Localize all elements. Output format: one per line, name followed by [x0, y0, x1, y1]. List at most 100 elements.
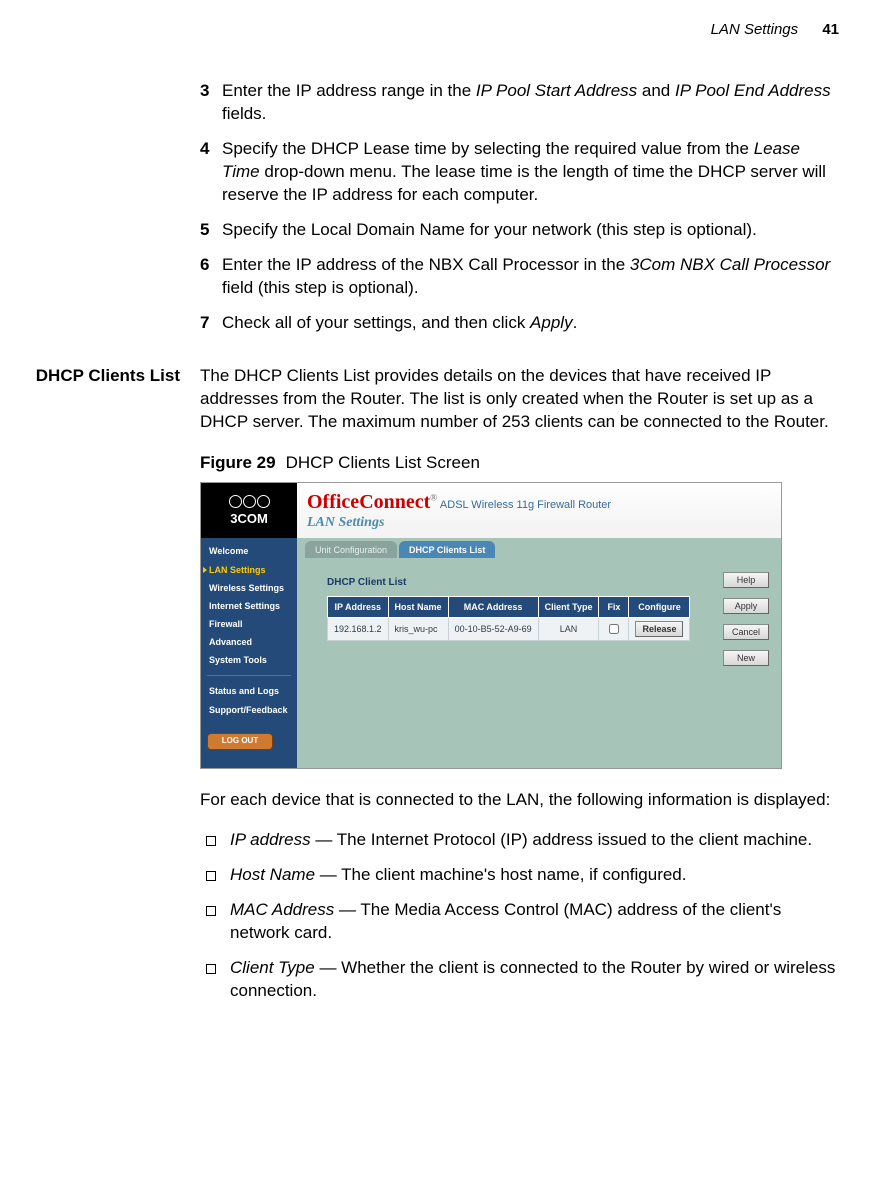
nav-advanced[interactable]: Advanced [201, 633, 297, 651]
text: Enter the IP address of the NBX Call Pro… [222, 255, 630, 274]
list-item: Client Type — Whether the client is conn… [200, 957, 839, 1003]
desc: — The Internet Protocol (IP) address iss… [311, 830, 812, 849]
figure-caption: Figure 29 DHCP Clients List Screen [200, 452, 839, 475]
new-button[interactable]: New [723, 650, 769, 666]
bullet-body: Client Type — Whether the client is conn… [230, 957, 839, 1003]
term-ip-address: IP address [230, 830, 311, 849]
page-header: LAN Settings 41 [0, 0, 879, 40]
cell-fix [599, 618, 629, 641]
text: . [573, 313, 578, 332]
section-body: The DHCP Clients List provides details o… [200, 365, 839, 1020]
router-sidebar: Welcome LAN Settings Wireless Settings I… [201, 538, 297, 768]
logout-button[interactable]: LOG OUT [207, 733, 273, 750]
text: field (this step is optional). [222, 278, 419, 297]
release-button[interactable]: Release [635, 621, 683, 637]
col-mac: MAC Address [448, 596, 538, 617]
bullet-icon [206, 836, 216, 846]
page-number: 41 [822, 21, 839, 38]
logo-text: 3COM [230, 510, 268, 528]
dhcp-clients-section: DHCP Clients List The DHCP Clients List … [0, 365, 839, 1020]
header-section: LAN Settings [711, 21, 799, 38]
bullet-icon [206, 906, 216, 916]
logo-rings-icon [229, 495, 270, 508]
step-number: 5 [200, 219, 222, 242]
table-row: 192.168.1.2 kris_wu-pc 00-10-B5-52-A9-69… [328, 618, 690, 641]
list-item: MAC Address — The Media Access Control (… [200, 899, 839, 945]
nav-firewall[interactable]: Firewall [201, 615, 297, 633]
text: and [637, 81, 675, 100]
step-number: 3 [200, 80, 222, 126]
nav-support[interactable]: Support/Feedback [201, 701, 297, 719]
nav-lan-settings[interactable]: LAN Settings [201, 561, 297, 579]
brand-text: OfficeConnect [307, 491, 430, 513]
action-buttons: Help Apply Cancel New [723, 572, 769, 666]
step-3: 3 Enter the IP address range in the IP P… [200, 80, 839, 126]
nav-internet[interactable]: Internet Settings [201, 597, 297, 615]
term-apply: Apply [530, 313, 573, 332]
nav-welcome[interactable]: Welcome [201, 542, 297, 560]
tab-bar: Unit Configuration DHCP Clients List [297, 538, 781, 558]
nav-system-tools[interactable]: System Tools [201, 651, 297, 669]
nav-wireless[interactable]: Wireless Settings [201, 579, 297, 597]
page-title-lan-settings: LAN Settings [307, 514, 611, 533]
nav-divider [207, 675, 291, 676]
text: Specify the DHCP Lease time by selecting… [222, 139, 754, 158]
term-client-type: Client Type [230, 958, 315, 977]
figure-label: Figure 29 [200, 453, 276, 472]
step-6: 6 Enter the IP address of the NBX Call P… [200, 254, 839, 300]
col-fix: Fix [599, 596, 629, 617]
router-ui-screenshot: 3COM OfficeConnect® ADSL Wireless 11g Fi… [200, 482, 782, 769]
router-topbar: 3COM OfficeConnect® ADSL Wireless 11g Fi… [201, 483, 781, 538]
post-figure-text: For each device that is connected to the… [200, 789, 839, 812]
bullet-body: Host Name — The client machine's host na… [230, 864, 839, 887]
panel-title: DHCP Client List [327, 576, 771, 590]
step-number: 6 [200, 254, 222, 300]
section-heading: DHCP Clients List [0, 365, 200, 1020]
term-mac-address: MAC Address [230, 900, 334, 919]
product-title-block: OfficeConnect® ADSL Wireless 11g Firewal… [297, 489, 611, 533]
step-body: Specify the DHCP Lease time by selecting… [222, 138, 839, 207]
product-subtitle: ADSL Wireless 11g Firewall Router [440, 499, 611, 511]
list-item: IP address — The Internet Protocol (IP) … [200, 829, 839, 852]
col-host: Host Name [388, 596, 448, 617]
col-configure: Configure [629, 596, 690, 617]
desc: — The client machine's host name, if con… [315, 865, 686, 884]
text: drop-down menu. The lease time is the le… [222, 162, 826, 204]
bullet-body: MAC Address — The Media Access Control (… [230, 899, 839, 945]
registered-icon: ® [430, 492, 437, 502]
fix-checkbox[interactable] [609, 624, 619, 634]
term-host-name: Host Name [230, 865, 315, 884]
cancel-button[interactable]: Cancel [723, 624, 769, 640]
desc: — Whether the client is connected to the… [230, 958, 835, 1000]
cell-type: LAN [538, 618, 599, 641]
nav-status-logs[interactable]: Status and Logs [201, 682, 297, 700]
step-body: Enter the IP address range in the IP Poo… [222, 80, 839, 126]
tab-unit-configuration[interactable]: Unit Configuration [305, 541, 397, 558]
router-body: Welcome LAN Settings Wireless Settings I… [201, 538, 781, 768]
step-number: 7 [200, 312, 222, 335]
cell-mac: 00-10-B5-52-A9-69 [448, 618, 538, 641]
help-button[interactable]: Help [723, 572, 769, 588]
step-body: Enter the IP address of the NBX Call Pro… [222, 254, 839, 300]
table-header-row: IP Address Host Name MAC Address Client … [328, 596, 690, 617]
step-body: Specify the Local Domain Name for your n… [222, 219, 839, 242]
bullet-icon [206, 964, 216, 974]
step-4: 4 Specify the DHCP Lease time by selecti… [200, 138, 839, 207]
step-body: Check all of your settings, and then cli… [222, 312, 839, 335]
list-item: Host Name — The client machine's host na… [200, 864, 839, 887]
router-main-panel: Unit Configuration DHCP Clients List DHC… [297, 538, 781, 768]
step-number: 4 [200, 138, 222, 207]
brand-officeconnect: OfficeConnect® [307, 491, 437, 513]
apply-button[interactable]: Apply [723, 598, 769, 614]
numbered-steps: 3 Enter the IP address range in the IP P… [200, 80, 839, 334]
figure-title: DHCP Clients List Screen [286, 453, 480, 472]
bullet-body: IP address — The Internet Protocol (IP) … [230, 829, 839, 852]
cell-ip: 192.168.1.2 [328, 618, 389, 641]
col-client-type: Client Type [538, 596, 599, 617]
term-ip-pool-end: IP Pool End Address [675, 81, 831, 100]
step-5: 5 Specify the Local Domain Name for your… [200, 219, 839, 242]
dhcp-client-table: IP Address Host Name MAC Address Client … [327, 596, 690, 641]
tab-dhcp-clients-list[interactable]: DHCP Clients List [399, 541, 495, 558]
cell-host: kris_wu-pc [388, 618, 448, 641]
section-intro: The DHCP Clients List provides details o… [200, 365, 839, 434]
